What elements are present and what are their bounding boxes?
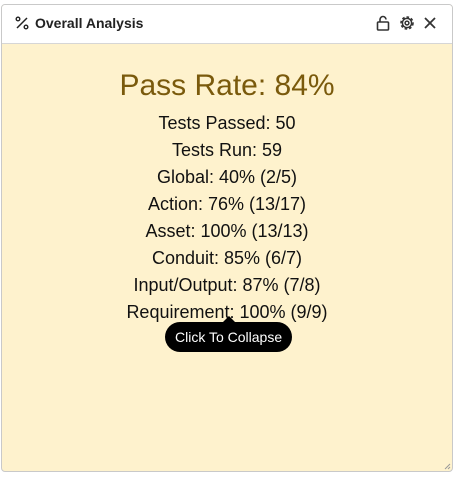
collapse-tooltip[interactable]: Click To Collapse bbox=[165, 316, 293, 352]
panel-titlebar[interactable]: Overall Analysis bbox=[2, 5, 452, 44]
gear-icon[interactable] bbox=[398, 14, 416, 32]
stat-conduit: Conduit: 85% (6/7) bbox=[151, 248, 303, 268]
stat-tests-passed: Tests Passed: 50 bbox=[158, 113, 296, 133]
stat-input-output: Input/Output: 87% (7/8) bbox=[133, 275, 321, 295]
overall-analysis-panel: Overall Analysis Pass Rate: 84% Tests Pa… bbox=[1, 4, 453, 472]
stat-tests-run: Tests Run: 59 bbox=[171, 140, 283, 160]
close-icon[interactable] bbox=[421, 14, 439, 32]
tooltip-arrow bbox=[223, 316, 235, 322]
analysis-content[interactable]: Pass Rate: 84% Tests Passed: 50 Tests Ru… bbox=[2, 43, 452, 471]
resize-grip-icon[interactable] bbox=[443, 462, 451, 470]
stats-list: Tests Passed: 50 Tests Run: 59 Global: 4… bbox=[2, 110, 452, 326]
percent-icon bbox=[15, 16, 29, 30]
stat-action: Action: 76% (13/17) bbox=[147, 194, 307, 214]
pass-rate-heading: Pass Rate: 84% bbox=[119, 69, 335, 102]
lock-icon[interactable] bbox=[374, 14, 392, 32]
stat-global: Global: 40% (2/5) bbox=[156, 167, 298, 187]
stat-asset: Asset: 100% (13/13) bbox=[145, 221, 309, 241]
panel-title: Overall Analysis bbox=[35, 15, 144, 31]
collapse-tooltip-label: Click To Collapse bbox=[175, 329, 283, 345]
